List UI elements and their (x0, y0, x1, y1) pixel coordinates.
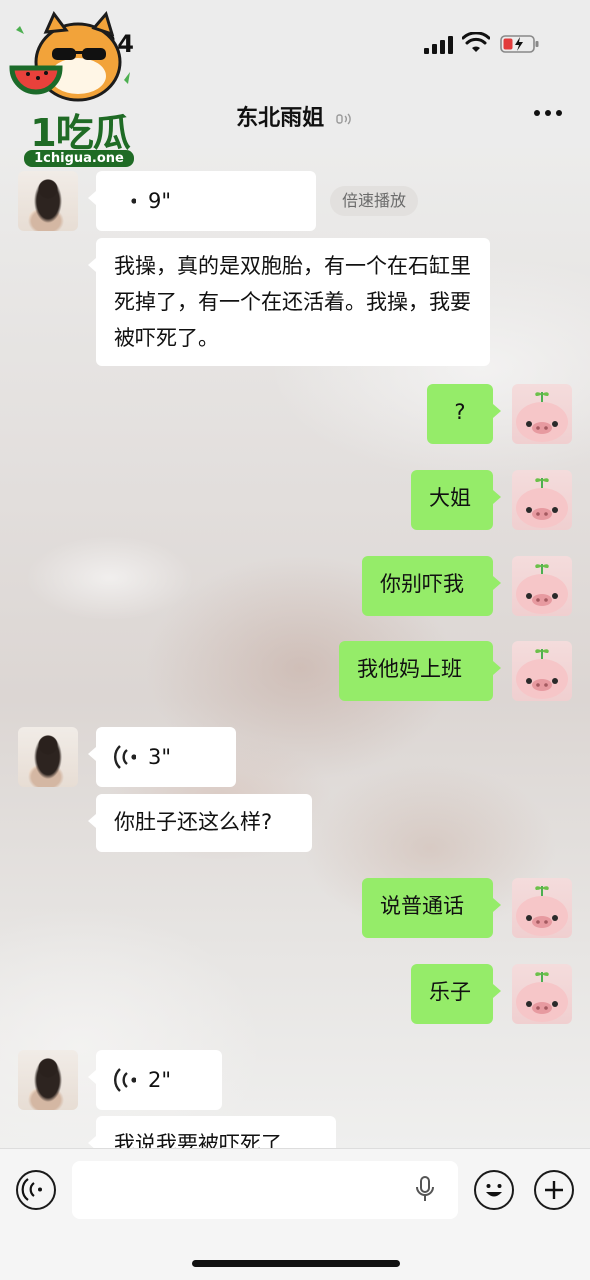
text-message-bubble[interactable]: 我操，真的是双胞胎，有一个在石缸里死掉了，有一个在还活着。我操，我要被吓死了。 (88, 238, 490, 366)
voice-message-icon (114, 745, 136, 769)
chat-title: 东北雨姐 (236, 106, 325, 131)
emoji-icon (486, 1184, 502, 1197)
text-message-bubble[interactable]: 我他妈上班 (339, 641, 501, 701)
message-input[interactable] (72, 1161, 458, 1219)
my-avatar[interactable] (512, 964, 572, 1024)
pig-avatar-icon (516, 392, 568, 442)
text-message-bubble[interactable]: ? (427, 384, 501, 444)
my-avatar[interactable] (512, 470, 572, 530)
pig-avatar-icon (516, 886, 568, 936)
contact-avatar[interactable] (18, 171, 78, 231)
pig-avatar-icon (516, 972, 568, 1022)
text-message-bubble[interactable]: 说普通话 (362, 878, 501, 938)
watermark-domain: 1chigua.one (24, 150, 134, 167)
wifi-icon (462, 32, 490, 52)
my-avatar[interactable] (512, 878, 572, 938)
speed-play-button[interactable]: 倍速播放 (330, 186, 419, 216)
voice-input-toggle[interactable] (16, 1170, 56, 1210)
more-functions-button[interactable] (534, 1170, 574, 1210)
voice-duration: 3" (148, 745, 172, 769)
pig-avatar-icon (516, 564, 568, 614)
text-message-bubble[interactable]: 你别吓我 (362, 556, 501, 616)
watermark-logo: 1吃瓜 1chigua.one (6, 10, 138, 167)
voice-duration: 2" (148, 1068, 172, 1092)
home-indicator[interactable] (192, 1260, 400, 1267)
emoji-button[interactable] (474, 1170, 514, 1210)
battery-icon (500, 35, 539, 53)
microphone-icon[interactable] (414, 1175, 436, 1205)
cellular-signal-icon (424, 36, 454, 54)
voice-channel-icon (336, 113, 351, 125)
text-message-bubble[interactable]: 大姐 (411, 470, 501, 530)
voice-playing-icon (131, 198, 136, 204)
text-message-bubble[interactable]: 你肚子还这么样? (88, 794, 312, 852)
voice-message-bubble[interactable]: 9" (88, 171, 316, 231)
plus-icon (545, 1181, 563, 1199)
my-avatar[interactable] (512, 384, 572, 444)
voice-message-icon (114, 1068, 136, 1092)
my-avatar[interactable] (512, 641, 572, 701)
text-message-bubble[interactable]: 乐子 (411, 964, 501, 1024)
voice-input-icon (21, 1178, 42, 1201)
more-options-icon[interactable] (534, 110, 564, 118)
voice-duration: 9" (148, 189, 172, 213)
pig-avatar-icon (516, 478, 568, 528)
watermark-brand: 1吃瓜 (30, 111, 130, 155)
my-avatar[interactable] (512, 556, 572, 616)
contact-avatar[interactable] (18, 1050, 78, 1110)
contact-avatar[interactable] (18, 727, 78, 787)
voice-message-bubble[interactable]: 3" (88, 727, 236, 787)
pig-avatar-icon (516, 649, 568, 699)
voice-message-bubble[interactable]: 2" (88, 1050, 222, 1110)
